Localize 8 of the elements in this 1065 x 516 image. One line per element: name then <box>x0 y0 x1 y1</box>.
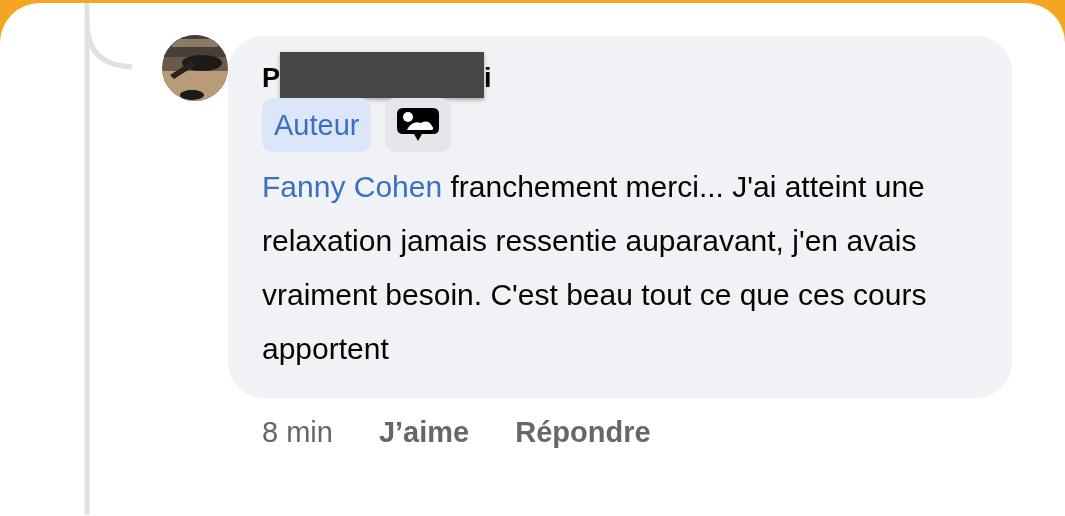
author-name[interactable]: P <box>262 62 280 94</box>
author-name[interactable]: i <box>484 62 492 94</box>
timestamp: 8 min <box>262 416 333 449</box>
comment-text: Fanny Cohen franchement merci... J'ai atteint une relaxation jamais ressentie auparavant, j'en avais vraiment besoin. C'est beau tout ce que ces cours apportent <box>262 169 928 367</box>
mention-link[interactable]: Fanny Cohen <box>262 170 443 203</box>
action-link[interactable]: J’aime <box>378 416 470 449</box>
action-link[interactable]: Répondre <box>515 416 651 449</box>
author-badge: Auteur <box>262 98 372 152</box>
